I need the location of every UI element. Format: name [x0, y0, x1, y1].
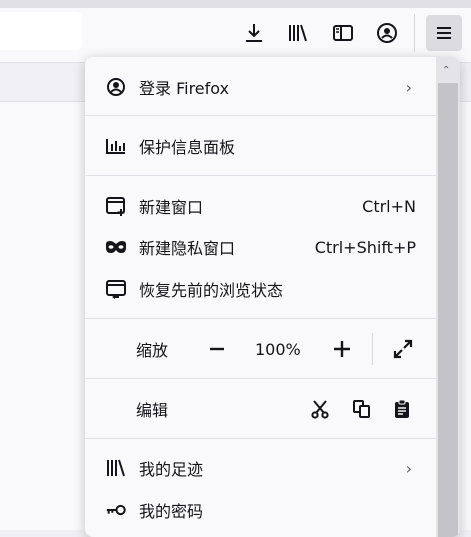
new-window-label: 新建窗口: [139, 198, 204, 217]
separator: [85, 175, 436, 176]
edit-label: 编辑: [136, 401, 169, 420]
cut-button[interactable]: [304, 393, 336, 425]
separator: [85, 115, 436, 116]
navigation-toolbar: [0, 8, 471, 63]
minus-icon: [210, 347, 224, 351]
plus-icon: [334, 341, 350, 357]
scroll-up-arrow-icon[interactable]: ⌃: [442, 65, 450, 76]
new-window-item[interactable]: 新建窗口 Ctrl+N: [85, 186, 436, 226]
edit-row: 编辑: [85, 388, 436, 430]
window-top-strip: [0, 0, 471, 8]
separator: [85, 378, 436, 379]
protections-label: 保护信息面板: [139, 138, 236, 157]
passwords-label: 我的密码: [139, 502, 204, 521]
zoom-separator: [372, 333, 373, 365]
history-label: 我的足迹: [139, 460, 204, 479]
zoom-row: 缩放 100%: [85, 328, 436, 370]
sidebar-icon: [333, 25, 353, 41]
signin-label: 登录 Firefox: [139, 79, 230, 98]
private-window-shortcut: Ctrl+Shift+P: [314, 237, 416, 257]
passwords-item[interactable]: 我的密码: [85, 490, 436, 530]
key-icon: [105, 499, 127, 521]
library-button[interactable]: [282, 18, 314, 48]
restore-session-icon: [105, 278, 127, 300]
paste-button[interactable]: [386, 393, 418, 425]
library-icon: [105, 457, 127, 479]
account-icon: [377, 23, 397, 43]
protections-dashboard-item[interactable]: 保护信息面板: [85, 126, 436, 166]
signin-item[interactable]: 登录 Firefox ›: [85, 67, 436, 107]
new-private-window-item[interactable]: 新建隐私窗口 Ctrl+Shift+P: [85, 227, 436, 267]
copy-button[interactable]: [346, 393, 378, 425]
scrollbar-thumb[interactable]: [438, 83, 458, 537]
fullscreen-button[interactable]: [387, 333, 419, 365]
toolbar-separator: [414, 14, 415, 52]
new-window-shortcut: Ctrl+N: [362, 196, 416, 216]
chevron-right-icon: ›: [405, 458, 412, 478]
download-icon: [246, 24, 262, 42]
url-bar[interactable]: [0, 12, 82, 50]
new-window-icon: [105, 195, 127, 217]
sidebar-button[interactable]: [327, 18, 359, 48]
separator: [85, 438, 436, 439]
fullscreen-icon: [393, 339, 413, 359]
downloads-button[interactable]: [238, 18, 270, 48]
zoom-label: 缩放: [136, 341, 169, 360]
copy-icon: [353, 400, 370, 418]
app-menu-panel: 登录 Firefox › 保护信息面板 新建窗口 Ctrl+N 新建隐私窗口 C…: [85, 57, 460, 537]
zoom-in-button[interactable]: [326, 333, 358, 365]
account-button[interactable]: [371, 18, 403, 48]
account-icon: [105, 76, 127, 98]
zoom-out-button[interactable]: [201, 333, 233, 365]
hamburger-menu-icon: [437, 27, 451, 39]
menu-scrollbar[interactable]: ⌃: [436, 57, 460, 537]
chevron-right-icon: ›: [405, 77, 412, 97]
restore-session-item[interactable]: 恢复先前的浏览状态: [85, 269, 436, 309]
separator: [85, 318, 436, 319]
zoom-reset-button[interactable]: 100%: [255, 340, 301, 359]
clipboard-icon: [395, 399, 409, 418]
library-icon: [289, 24, 307, 42]
scissors-icon: [311, 400, 329, 419]
history-item[interactable]: 我的足迹 ›: [85, 448, 436, 488]
app-menu-button[interactable]: [426, 15, 462, 51]
private-window-label: 新建隐私窗口: [139, 239, 236, 258]
restore-session-label: 恢复先前的浏览状态: [139, 281, 284, 300]
private-mask-icon: [105, 236, 127, 258]
bar-chart-icon: [105, 135, 127, 157]
